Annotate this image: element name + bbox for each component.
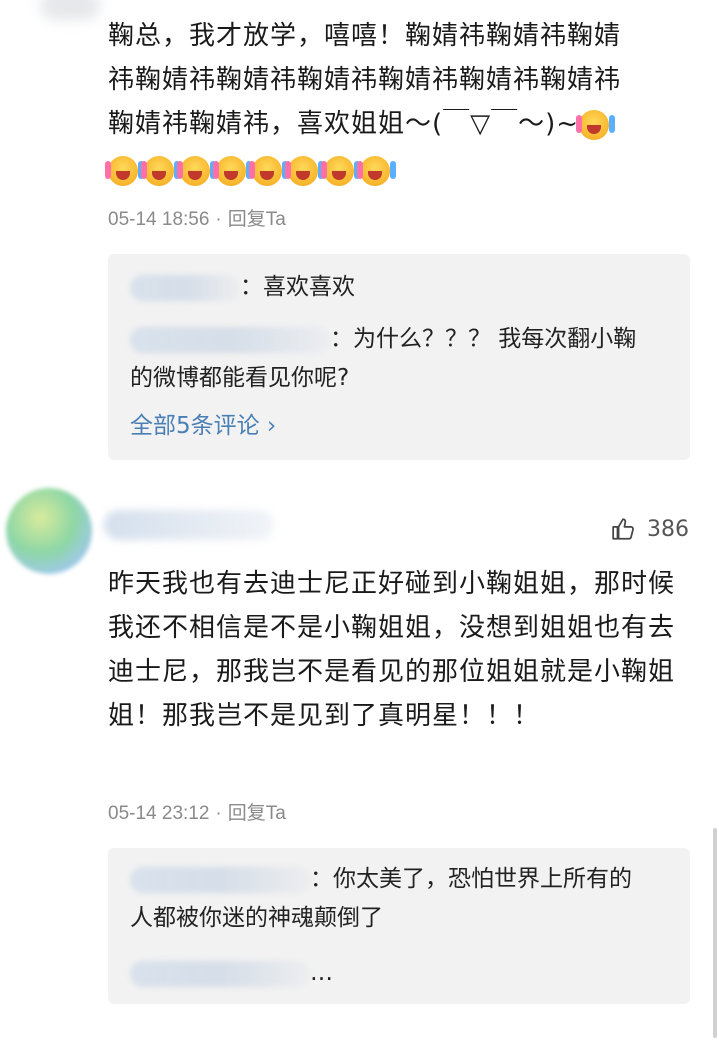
comment-line: 鞠婧祎鞠婧祎，喜欢姐姐～(￣▽￣～)~ bbox=[108, 102, 688, 146]
emoji-row bbox=[105, 148, 688, 192]
laughing-emoji-icon bbox=[213, 155, 246, 186]
reply-item[interactable]: ：为什么？？？ 我每次翻小鞠 的微博都能看见你呢? bbox=[130, 320, 670, 398]
comment-text: 昨天我也有去迪士尼正好碰到小鞠姐姐，那时候我还不相信是不是小鞠姐姐，没想到姐姐也… bbox=[108, 569, 676, 731]
reply-text-cont: 的微博都能看见你呢? bbox=[130, 365, 350, 391]
comment-meta: 05-14 18:56 · 回复Ta bbox=[108, 204, 286, 231]
replies-box: ：喜欢喜欢 ：为什么？？？ 我每次翻小鞠 的微博都能看见你呢? 全部5条评论 › bbox=[108, 254, 690, 460]
avatar[interactable] bbox=[6, 488, 92, 574]
laughing-emoji-icon bbox=[285, 155, 318, 186]
laughing-emoji-icon bbox=[105, 155, 138, 186]
comment-time: 05-14 18:56 bbox=[108, 209, 210, 230]
blurred-username bbox=[130, 274, 240, 301]
reply-button[interactable]: 回复Ta bbox=[228, 803, 286, 824]
laughing-emoji-icon bbox=[177, 155, 210, 186]
comment-text: 鞠总，我才放学，嘻嘻！鞠婧祎鞠婧祎鞠婧 祎鞠婧祎鞠婧祎鞠婧祎鞠婧祎鞠婧祎鞠婧祎 … bbox=[105, 14, 688, 192]
laughing-emoji-icon bbox=[357, 155, 390, 186]
comment-meta: 05-14 23:12 · 回复Ta bbox=[108, 798, 286, 825]
reply-text-cont: 人都被你迷的神魂颠倒了 bbox=[130, 905, 383, 931]
replies-box: ：你太美了，恐怕世界上所有的 人都被你迷的神魂颠倒了 … bbox=[108, 848, 690, 1004]
separator-dot: · bbox=[215, 803, 222, 824]
blurred-username bbox=[130, 866, 310, 893]
like-count: 386 bbox=[647, 516, 689, 542]
reply-text: ：喜欢喜欢 bbox=[240, 274, 355, 300]
scrollbar[interactable] bbox=[713, 828, 717, 1038]
laughing-emoji-icon bbox=[576, 109, 610, 140]
blurred-username bbox=[130, 960, 310, 987]
reply-button[interactable]: 回复Ta bbox=[228, 209, 286, 230]
laughing-emoji-icon bbox=[249, 155, 282, 186]
laughing-emoji-icon bbox=[141, 155, 174, 186]
separator-dot: · bbox=[215, 209, 222, 230]
reply-item[interactable]: ：你太美了，恐怕世界上所有的 人都被你迷的神魂颠倒了 bbox=[130, 860, 670, 938]
laughing-emoji-icon bbox=[321, 155, 354, 186]
reply-text: … bbox=[310, 960, 333, 986]
blurred-avatar-remnant bbox=[40, 0, 100, 20]
blurred-username bbox=[130, 326, 330, 353]
see-all-replies-link[interactable]: 全部5条评论 › bbox=[130, 406, 276, 440]
reply-item[interactable]: … bbox=[130, 954, 670, 993]
blurred-username[interactable] bbox=[104, 510, 274, 540]
comment-time: 05-14 23:12 bbox=[108, 803, 210, 824]
reply-text: ：你太美了，恐怕世界上所有的 bbox=[310, 866, 632, 892]
thumbs-up-icon bbox=[612, 518, 634, 540]
comment-line: 鞠总，我才放学，嘻嘻！鞠婧祎鞠婧祎鞠婧 bbox=[108, 21, 622, 51]
comment-line: 祎鞠婧祎鞠婧祎鞠婧祎鞠婧祎鞠婧祎鞠婧祎 bbox=[108, 65, 622, 95]
reply-item[interactable]: ：喜欢喜欢 bbox=[130, 268, 670, 307]
like-button[interactable]: 386 bbox=[611, 516, 689, 542]
reply-text: ：为什么？？？ 我每次翻小鞠 bbox=[330, 326, 637, 352]
comment-line-text: 鞠婧祎鞠婧祎，喜欢姐姐～(￣▽￣～)~ bbox=[108, 109, 580, 139]
